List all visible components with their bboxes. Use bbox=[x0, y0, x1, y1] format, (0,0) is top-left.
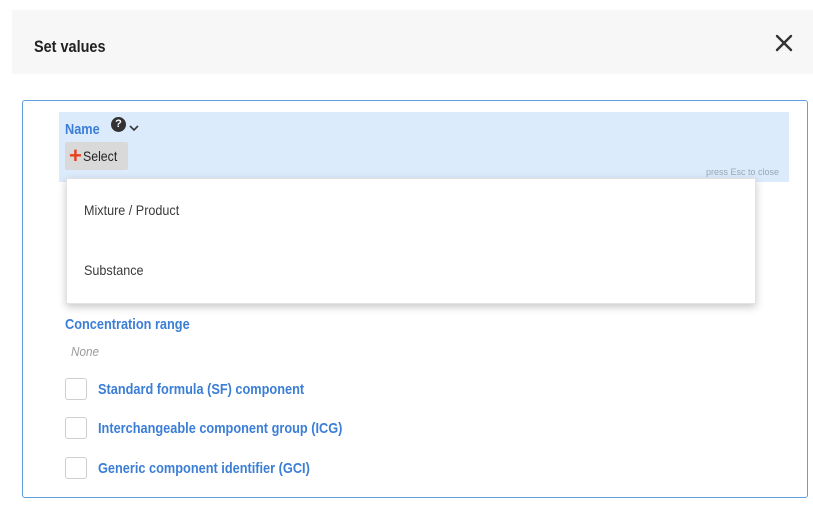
select-label: Select bbox=[82, 148, 118, 164]
dropdown-option-substance[interactable]: Substance bbox=[67, 241, 755, 301]
sf-component-checkbox[interactable] bbox=[65, 378, 87, 400]
gci-label[interactable]: Generic component identifier (GCI) bbox=[98, 460, 310, 477]
gci-checkbox[interactable] bbox=[65, 457, 87, 479]
esc-hint: press Esc to close bbox=[705, 167, 779, 177]
dropdown-option-label: Mixture / Product bbox=[84, 202, 180, 218]
dropdown-option-mixture[interactable]: Mixture / Product bbox=[67, 181, 755, 241]
concentration-range-value: None bbox=[71, 344, 99, 359]
concentration-range-label: Concentration range bbox=[65, 316, 190, 333]
icg-checkbox[interactable] bbox=[65, 417, 87, 439]
plus-icon: + bbox=[69, 143, 82, 168]
dropdown-option-label: Substance bbox=[84, 262, 144, 278]
close-icon[interactable] bbox=[773, 32, 795, 54]
question-circle-icon[interactable]: ? bbox=[111, 117, 126, 132]
dialog-header: Set values bbox=[12, 10, 813, 74]
values-panel: Name ? + Select press Esc to close Mixtu… bbox=[22, 100, 808, 498]
icg-label[interactable]: Interchangeable component group (ICG) bbox=[98, 420, 342, 437]
select-button[interactable]: + Select bbox=[65, 142, 128, 170]
name-field: Name ? + Select press Esc to close bbox=[59, 112, 789, 182]
chevron-down-icon[interactable] bbox=[129, 119, 139, 132]
dialog-title: Set values bbox=[34, 37, 106, 56]
name-label: Name bbox=[65, 121, 100, 138]
select-dropdown: Mixture / Product Substance bbox=[66, 178, 756, 304]
sf-component-label[interactable]: Standard formula (SF) component bbox=[98, 381, 304, 398]
